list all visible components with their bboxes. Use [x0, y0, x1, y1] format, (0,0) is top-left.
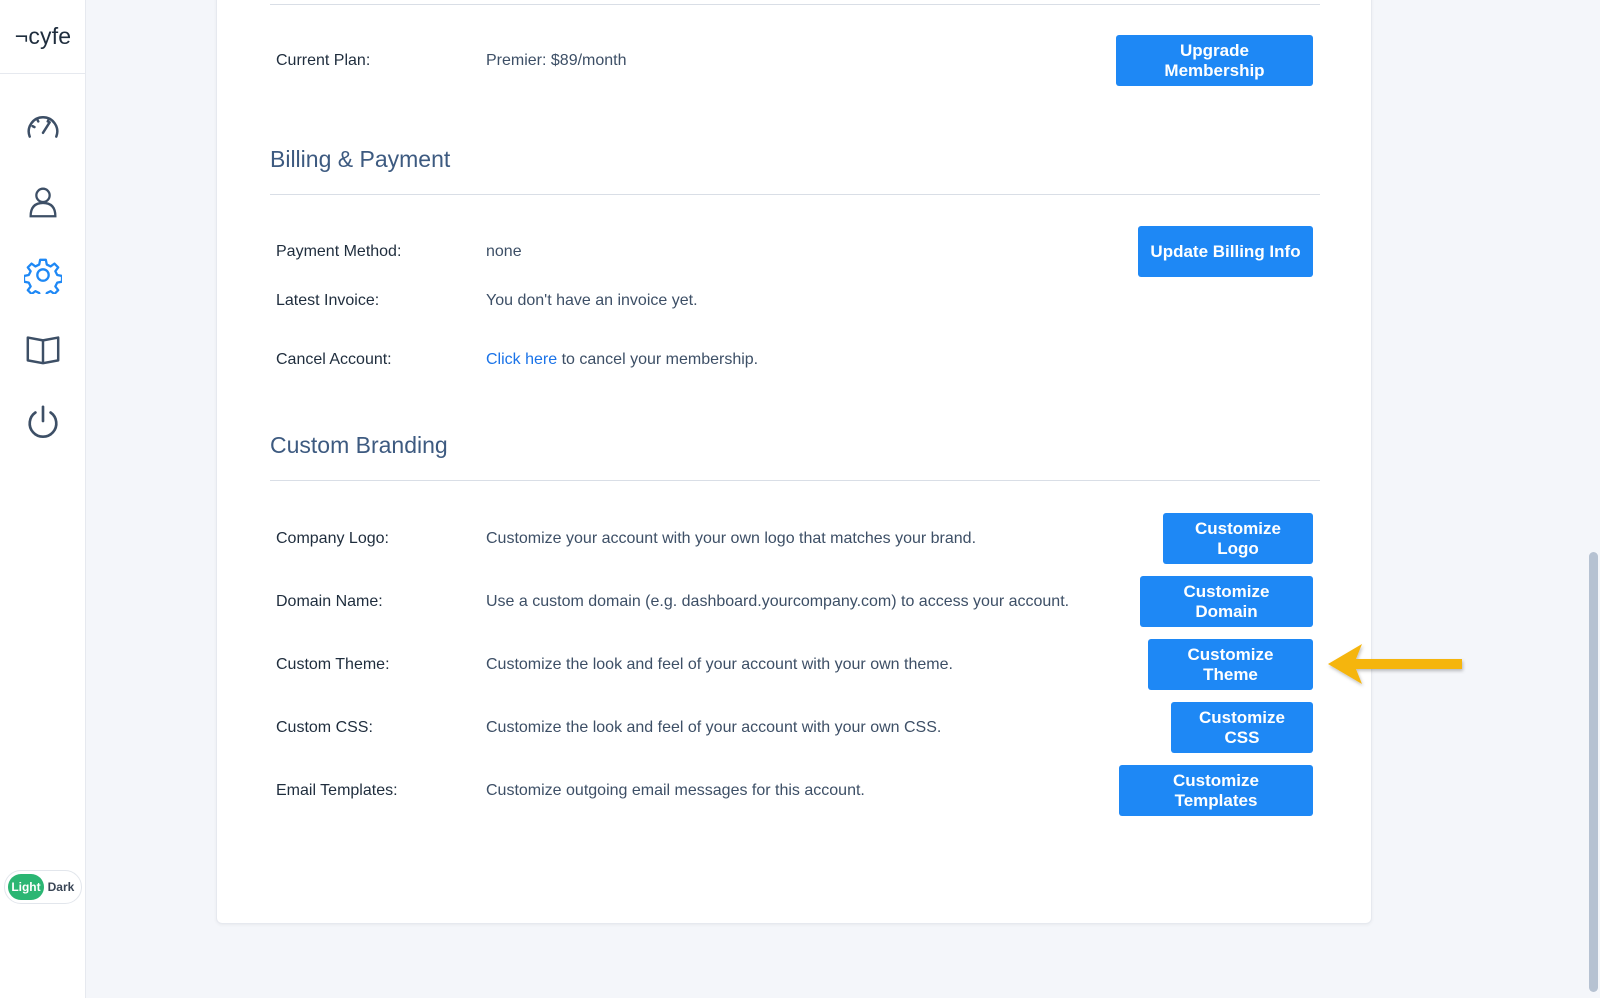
upgrade-membership-button[interactable]: Upgrade Membership — [1116, 35, 1313, 86]
cyfe-logo[interactable]: ¬cyfe — [0, 0, 86, 74]
divider — [270, 194, 1320, 195]
cancel-membership-link[interactable]: Click here — [486, 351, 557, 368]
domain-name-desc: Use a custom domain (e.g. dashboard.your… — [486, 593, 1070, 610]
latest-invoice-value: You don't have an invoice yet. — [486, 292, 698, 309]
domain-name-label: Domain Name: — [276, 593, 383, 610]
latest-invoice-label: Latest Invoice: — [276, 292, 380, 309]
scrollbar-thumb[interactable] — [1589, 552, 1598, 992]
cancel-account-text: to cancel your membership. — [557, 351, 759, 368]
page-scrollbar[interactable] — [1586, 0, 1600, 998]
divider — [270, 4, 1320, 5]
book-icon[interactable] — [22, 327, 64, 369]
email-templates-label: Email Templates: — [276, 782, 398, 799]
user-icon[interactable] — [22, 181, 64, 223]
customize-theme-button[interactable]: Customize Theme — [1148, 639, 1313, 690]
company-logo-label: Company Logo: — [276, 530, 389, 547]
branding-section-title: Custom Branding — [270, 432, 448, 458]
cancel-account-value: Click here to cancel your membership. — [486, 351, 758, 369]
cancel-account-label: Cancel Account: — [276, 351, 392, 368]
current-plan-value: Premier: $89/month — [486, 52, 627, 69]
email-templates-desc: Customize outgoing email messages for th… — [486, 782, 865, 799]
billing-section-title: Billing & Payment — [270, 146, 451, 172]
customize-logo-button[interactable]: Customize Logo — [1163, 513, 1313, 564]
theme-dark-option[interactable]: Dark — [44, 874, 78, 900]
theme-light-option[interactable]: Light — [8, 874, 44, 900]
update-billing-button[interactable]: Update Billing Info — [1138, 226, 1313, 277]
power-icon[interactable] — [22, 401, 64, 443]
theme-toggle[interactable]: Light Dark — [4, 870, 82, 904]
current-plan-label: Current Plan: — [276, 52, 371, 69]
payment-method-value: none — [486, 243, 522, 260]
customize-templates-button[interactable]: Customize Templates — [1119, 765, 1313, 816]
company-logo-desc: Customize your account with your own log… — [486, 530, 977, 547]
custom-theme-label: Custom Theme: — [276, 656, 390, 673]
custom-theme-desc: Customize the look and feel of your acco… — [486, 656, 953, 673]
gear-icon[interactable] — [22, 254, 64, 296]
sidebar: ¬cyfe Light Dark — [0, 0, 86, 998]
payment-method-label: Payment Method: — [276, 243, 402, 260]
divider — [270, 480, 1320, 481]
custom-css-label: Custom CSS: — [276, 719, 373, 736]
custom-css-desc: Customize the look and feel of your acco… — [486, 719, 942, 736]
customize-css-button[interactable]: Customize CSS — [1171, 702, 1313, 753]
dashboard-icon[interactable] — [22, 108, 64, 150]
customize-domain-button[interactable]: Customize Domain — [1140, 576, 1313, 627]
highlight-arrow-icon — [1328, 644, 1462, 684]
